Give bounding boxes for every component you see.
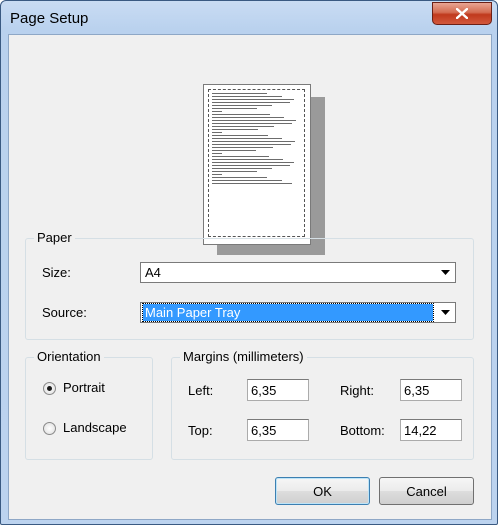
- preview-text-line: [212, 168, 272, 169]
- preview-text-line: [212, 150, 256, 151]
- left-margin-label: Left:: [188, 383, 214, 398]
- preview-text-line: [212, 132, 222, 133]
- margins-group: Margins (millimeters) Left: 6,35 Right: …: [171, 349, 474, 460]
- close-icon: [456, 8, 468, 19]
- bottom-margin-label: Bottom:: [340, 423, 385, 438]
- paper-group: Paper Size: A4 Source: Main Paper Tray: [25, 230, 474, 340]
- preview-text-line: [212, 171, 257, 172]
- preview-text-line: [212, 129, 258, 130]
- source-dropdown[interactable]: Main Paper Tray: [140, 302, 456, 323]
- preview-text-line: [212, 93, 267, 94]
- preview-text-line: [212, 105, 272, 106]
- ok-button[interactable]: OK: [275, 477, 370, 505]
- right-margin-label: Right:: [340, 383, 374, 398]
- size-label: Size:: [42, 265, 71, 280]
- preview-text-line: [212, 162, 294, 163]
- bottom-margin-input[interactable]: 14,22: [400, 419, 462, 441]
- preview-text-line: [212, 156, 269, 157]
- window-title: Page Setup: [10, 10, 89, 27]
- preview-text-line: [212, 102, 290, 103]
- orientation-group-label: Orientation: [34, 349, 104, 364]
- dialog-body: Paper Size: A4 Source: Main Paper Tray O…: [8, 34, 492, 520]
- paper-group-label: Paper: [34, 230, 75, 245]
- page-preview: [203, 84, 311, 245]
- preview-text-line: [212, 117, 284, 118]
- preview-text-line: [212, 144, 291, 145]
- preview-text-line: [212, 99, 294, 100]
- top-margin-input[interactable]: 6,35: [247, 419, 309, 441]
- page-preview-text: [212, 93, 302, 186]
- preview-text-line: [212, 147, 273, 148]
- margins-group-label: Margins (millimeters): [180, 349, 307, 364]
- preview-text-line: [212, 96, 282, 97]
- preview-text-line: [212, 120, 296, 121]
- preview-text-line: [212, 174, 222, 175]
- cancel-button[interactable]: Cancel: [379, 477, 474, 505]
- preview-text-line: [212, 180, 282, 181]
- chevron-down-icon[interactable]: [437, 264, 454, 281]
- portrait-label[interactable]: Portrait: [63, 380, 105, 395]
- right-margin-input[interactable]: 6,35: [400, 379, 462, 401]
- title-bar[interactable]: Page Setup: [1, 1, 497, 35]
- preview-text-line: [212, 165, 290, 166]
- preview-text-line: [212, 183, 292, 184]
- size-value: A4: [145, 265, 161, 280]
- preview-text-line: [212, 123, 292, 124]
- landscape-label[interactable]: Landscape: [63, 420, 127, 435]
- preview-text-line: [212, 111, 222, 112]
- preview-text-line: [212, 135, 268, 136]
- preview-text-line: [212, 126, 274, 127]
- close-button[interactable]: [432, 2, 492, 25]
- landscape-radio[interactable]: [43, 422, 56, 435]
- left-margin-input[interactable]: 6,35: [247, 379, 309, 401]
- preview-text-line: [212, 138, 282, 139]
- source-label: Source:: [42, 305, 87, 320]
- preview-text-line: [212, 114, 270, 115]
- preview-text-line: [212, 159, 283, 160]
- preview-text-line: [212, 141, 295, 142]
- page-preview-margin: [208, 89, 305, 237]
- preview-text-line: [212, 177, 267, 178]
- preview-text-line: [212, 108, 257, 109]
- size-dropdown[interactable]: A4: [140, 262, 456, 283]
- preview-text-line: [212, 153, 222, 154]
- portrait-radio[interactable]: [43, 382, 56, 395]
- orientation-group: Orientation Portrait Landscape: [25, 349, 153, 460]
- source-value: Main Paper Tray: [142, 303, 434, 322]
- page-setup-window: Page Setup Paper Size: A4 Source: Main P…: [0, 0, 498, 525]
- top-margin-label: Top:: [188, 423, 213, 438]
- chevron-down-icon[interactable]: [437, 304, 454, 321]
